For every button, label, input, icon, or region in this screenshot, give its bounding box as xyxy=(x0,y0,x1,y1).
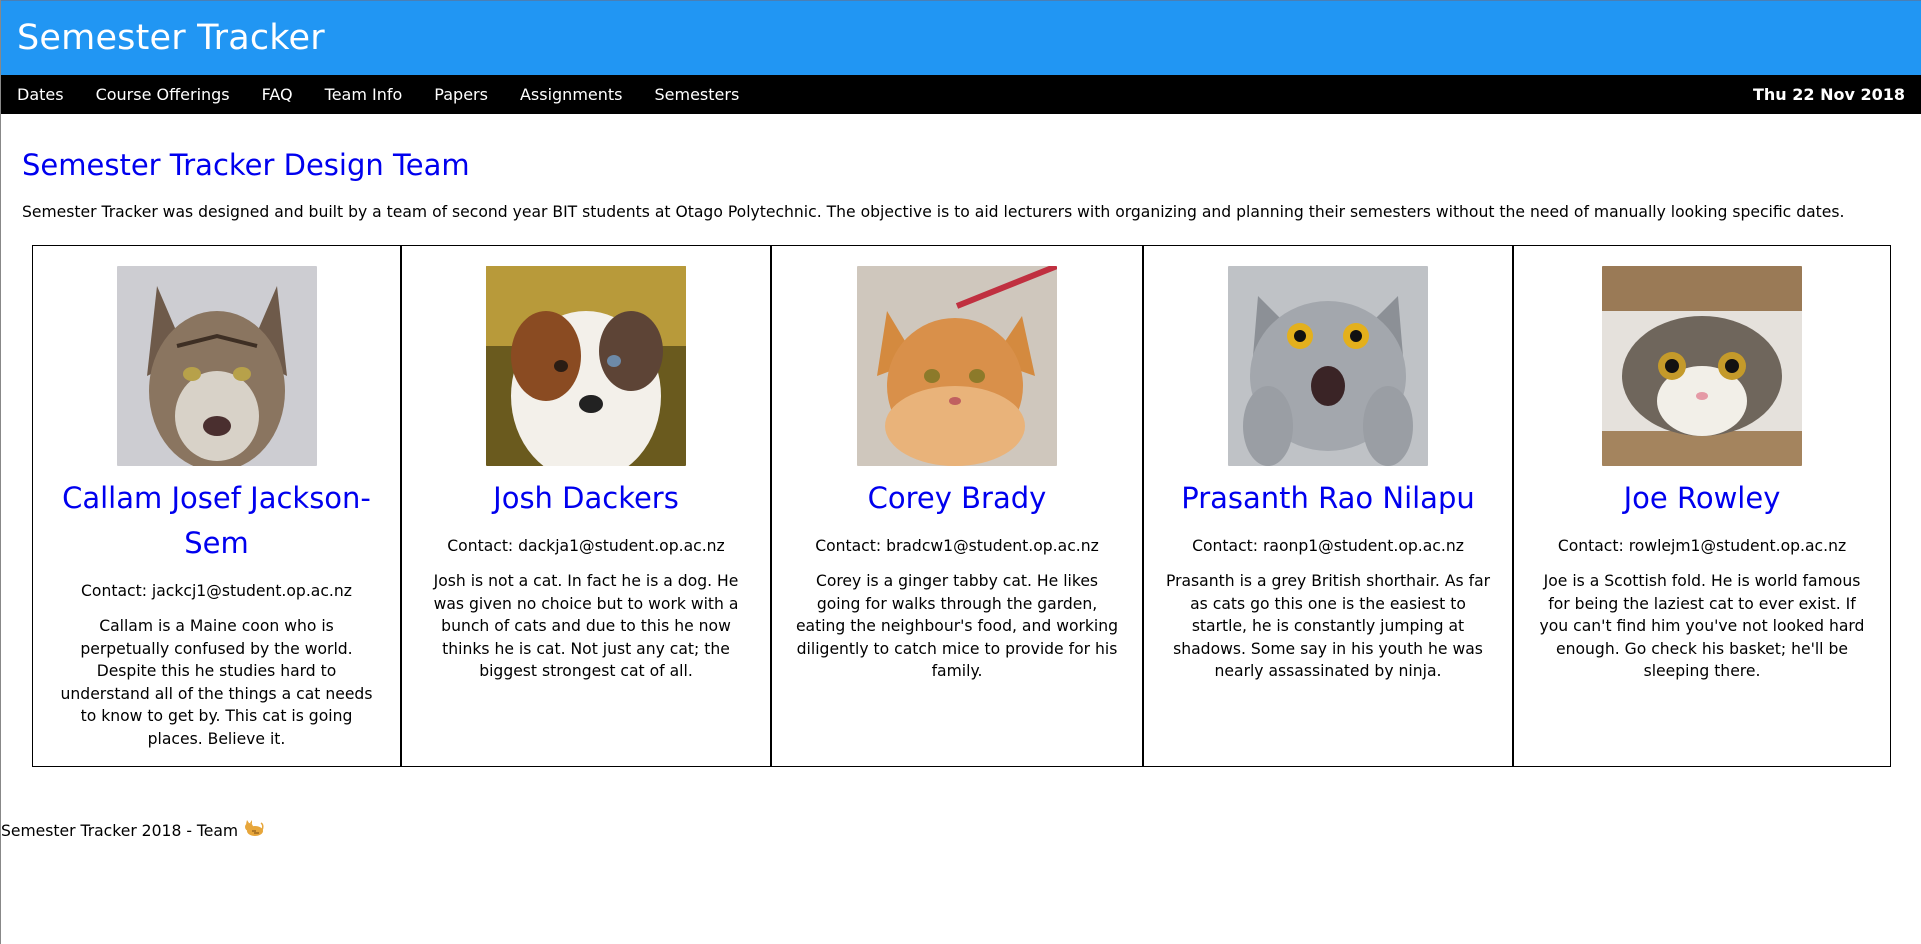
nav-item-course-offerings[interactable]: Course Offerings xyxy=(96,85,230,104)
maine-coon-cat-photo xyxy=(116,266,317,466)
member-bio: Josh is not a cat. In fact he is a dog. … xyxy=(433,572,739,680)
member-name: Joe Rowley xyxy=(1623,481,1781,515)
app-header: Semester Tracker xyxy=(1,0,1921,75)
team-member-card: Prasanth Rao Nilapu Contact: raonp1@stud… xyxy=(1144,246,1514,766)
member-contact: Contact: dackja1@student.op.ac.nz xyxy=(447,537,725,555)
cat-emoji-icon xyxy=(244,820,264,842)
page-title: Semester Tracker Design Team xyxy=(22,148,470,182)
team-member-card: Joe Rowley Contact: rowlejm1@student.op.… xyxy=(1514,246,1890,766)
member-bio: Corey is a ginger tabby cat. He likes go… xyxy=(795,572,1119,680)
grey-shorthair-cat-photo xyxy=(1228,266,1428,466)
member-bio: Callam is a Maine coon who is perpetuall… xyxy=(60,617,373,748)
current-date: Thu 22 Nov 2018 xyxy=(1752,85,1905,104)
member-contact: Contact: jackcj1@student.op.ac.nz xyxy=(81,582,352,600)
nav-item-team-info[interactable]: Team Info xyxy=(325,85,403,104)
nav-item-faq[interactable]: FAQ xyxy=(262,85,293,104)
team-member-card: Callam Josef Jackson-Sem Contact: jackcj… xyxy=(33,246,402,766)
nav-item-assignments[interactable]: Assignments xyxy=(520,85,623,104)
scottish-fold-cat-photo xyxy=(1602,266,1802,466)
member-name: Prasanth Rao Nilapu xyxy=(1181,481,1475,515)
member-contact: Contact: raonp1@student.op.ac.nz xyxy=(1192,537,1464,555)
main-content: Semester Tracker Design Team Semester Tr… xyxy=(1,148,1921,767)
member-contact: Contact: rowlejm1@student.op.ac.nz xyxy=(1557,537,1847,555)
nav-item-dates[interactable]: Dates xyxy=(17,85,64,104)
nav-item-papers[interactable]: Papers xyxy=(434,85,488,104)
nav-item-semesters[interactable]: Semesters xyxy=(655,85,740,104)
intro-paragraph: Semester Tracker was designed and built … xyxy=(22,203,1845,221)
footer-text: Semester Tracker 2018 - Team xyxy=(1,822,239,840)
member-name: Callam Josef Jackson-Sem xyxy=(62,481,371,560)
nav-links: Dates Course Offerings FAQ Team Info Pap… xyxy=(17,85,771,104)
team-member-card: Josh Dackers Contact: dackja1@student.op… xyxy=(402,246,772,766)
member-name: Josh Dackers xyxy=(493,481,679,515)
team-table: Callam Josef Jackson-Sem Contact: jackcj… xyxy=(32,245,1891,767)
member-bio: Joe is a Scottish fold. He is world famo… xyxy=(1539,572,1865,680)
member-name: Corey Brady xyxy=(867,481,1047,515)
ginger-tabby-cat-photo xyxy=(857,266,1057,466)
member-bio: Prasanth is a grey British shorthair. As… xyxy=(1165,572,1491,680)
app-title: Semester Tracker xyxy=(17,18,325,58)
page-footer: Semester Tracker 2018 - Team xyxy=(1,820,264,842)
team-member-card: Corey Brady Contact: bradcw1@student.op.… xyxy=(772,246,1144,766)
main-nav: Dates Course Offerings FAQ Team Info Pap… xyxy=(1,75,1921,114)
australian-shepherd-dog-photo xyxy=(486,266,686,466)
member-contact: Contact: bradcw1@student.op.ac.nz xyxy=(815,537,1099,555)
